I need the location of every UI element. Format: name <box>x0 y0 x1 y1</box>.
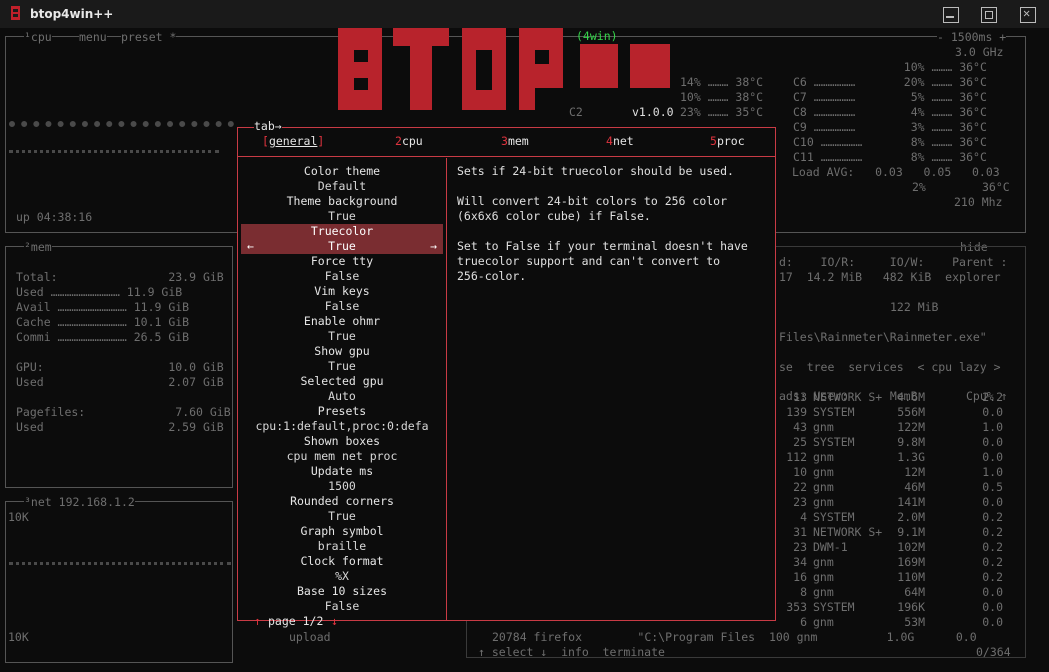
description-line: truecolor support and can't convert to <box>457 254 721 268</box>
menu-tab-general[interactable]: [general]1 <box>262 134 324 148</box>
preset-tab[interactable]: preset * <box>121 30 177 44</box>
core-label-c2: C2 <box>569 105 583 119</box>
load-average: Load AVG: 0.03 0.05 0.03 <box>792 165 1000 179</box>
core-pct-left: 14% ……… 38°C 10% ……… 38°C 23% ……… 35°C <box>680 75 764 119</box>
option-value[interactable]: 1500 <box>238 479 446 494</box>
logo-suffix: (4win) <box>576 29 618 43</box>
value-right-arrow[interactable]: → <box>430 239 437 254</box>
cpu-graph-lower <box>9 150 219 157</box>
option-value[interactable]: True <box>238 359 446 374</box>
tab-hint: tab→ <box>254 119 282 133</box>
description-line: (6x6x6 color cube) if False. <box>457 209 651 223</box>
option-value[interactable]: True ← → <box>241 239 443 254</box>
option-name[interactable]: Presets <box>238 404 446 419</box>
description-line <box>457 179 767 194</box>
net-title: ³net 192.168.1.2 <box>24 495 135 509</box>
option-value[interactable]: cpu:1:default,proc:0:defa <box>238 419 446 434</box>
option-value[interactable]: cpu mem net proc <box>238 449 446 464</box>
logo-version: v1.0.0 <box>632 105 674 119</box>
description-line: Will convert 24-bit colors to 256 color <box>457 194 728 208</box>
mem-stats: Total: 23.9 GiB Used ………………………… 11.9 GiB… <box>16 270 231 434</box>
description-line <box>457 224 767 239</box>
option-value[interactable]: %X <box>238 569 446 584</box>
cpu-freq-low: 210 Mhz <box>954 195 1003 209</box>
option-name[interactable]: Vim keys <box>238 284 446 299</box>
option-description: Sets if 24-bit truecolor should be used.… <box>457 164 767 284</box>
btop-app-icon <box>11 6 20 20</box>
net-graph <box>9 562 231 571</box>
core-list-right: 10% ……… 36°C C6 ……………… 20% ……… 36°C C7 …… <box>793 60 987 164</box>
page-up-arrow[interactable]: ↑ <box>254 614 261 628</box>
net-scale-top: 10K <box>8 510 29 524</box>
option-value[interactable]: Auto <box>238 389 446 404</box>
option-value[interactable]: braille <box>238 539 446 554</box>
cpu-graph <box>9 121 234 137</box>
option-name[interactable]: Color theme <box>238 164 446 179</box>
option-name[interactable]: Force tty <box>238 254 446 269</box>
close-button[interactable]: ✕ <box>1020 6 1036 23</box>
menu-tab-mem[interactable]: 3mem <box>501 134 529 148</box>
description-line: Set to False if your terminal doesn't ha… <box>457 239 748 253</box>
option-value[interactable]: False <box>238 269 446 284</box>
option-value[interactable]: True <box>238 329 446 344</box>
option-name[interactable]: Theme background <box>238 194 446 209</box>
option-name[interactable]: Enable ohmr <box>238 314 446 329</box>
net-box <box>5 501 233 663</box>
window-titlebar: btop4win++ ✕ <box>0 0 1049 28</box>
net-scale-bottom: 10K <box>8 630 29 644</box>
option-name[interactable]: Rounded corners <box>238 494 446 509</box>
page-indicator: page 1/2 <box>268 614 324 628</box>
description-line: 256-color. <box>457 269 527 283</box>
option-value[interactable]: True <box>238 209 446 224</box>
maximize-button[interactable] <box>981 7 997 23</box>
cpu-total-pct: 2% <box>912 180 926 194</box>
option-name[interactable]: Show gpu <box>238 344 446 359</box>
description-line: Sets if 24-bit truecolor should be used. <box>457 164 734 178</box>
menu-tab-cpu[interactable]: 2cpu <box>395 134 423 148</box>
option-value[interactable]: False <box>238 299 446 314</box>
menu-tab-proc[interactable]: 5proc <box>710 134 745 148</box>
option-name[interactable]: Shown boxes <box>238 434 446 449</box>
option-name[interactable]: Truecolor <box>241 224 443 239</box>
upload-label: upload <box>289 630 331 644</box>
cpu-total-temp: 36°C <box>982 180 1010 194</box>
option-name[interactable]: Update ms <box>238 464 446 479</box>
option-value[interactable]: Default <box>238 179 446 194</box>
uptime: up 04:38:16 <box>16 210 93 224</box>
option-name[interactable]: Base 10 sizes <box>238 584 446 599</box>
menu-tab[interactable]: menu <box>79 30 107 44</box>
mem-title: ²mem <box>24 240 52 254</box>
minimize-button[interactable] <box>943 7 959 23</box>
options-menu: tab→ [general]1 2cpu 3mem 4net 5proc Color t… <box>237 119 776 628</box>
cpu-tab[interactable]: ¹cpu <box>24 30 52 44</box>
option-name[interactable]: Graph symbol <box>238 524 446 539</box>
option-value[interactable]: False <box>238 599 446 614</box>
option-name[interactable]: Selected gpu <box>238 374 446 389</box>
page-down-arrow[interactable]: ↓ <box>331 614 338 628</box>
refresh-rate[interactable]: - 1500ms + <box>937 30 1007 44</box>
option-name[interactable]: Clock format <box>238 554 446 569</box>
value-left-arrow[interactable]: ← <box>247 239 254 254</box>
window-title: btop4win++ <box>30 7 114 21</box>
option-value[interactable]: True <box>238 509 446 524</box>
menu-tab-net[interactable]: 4net <box>606 134 634 148</box>
